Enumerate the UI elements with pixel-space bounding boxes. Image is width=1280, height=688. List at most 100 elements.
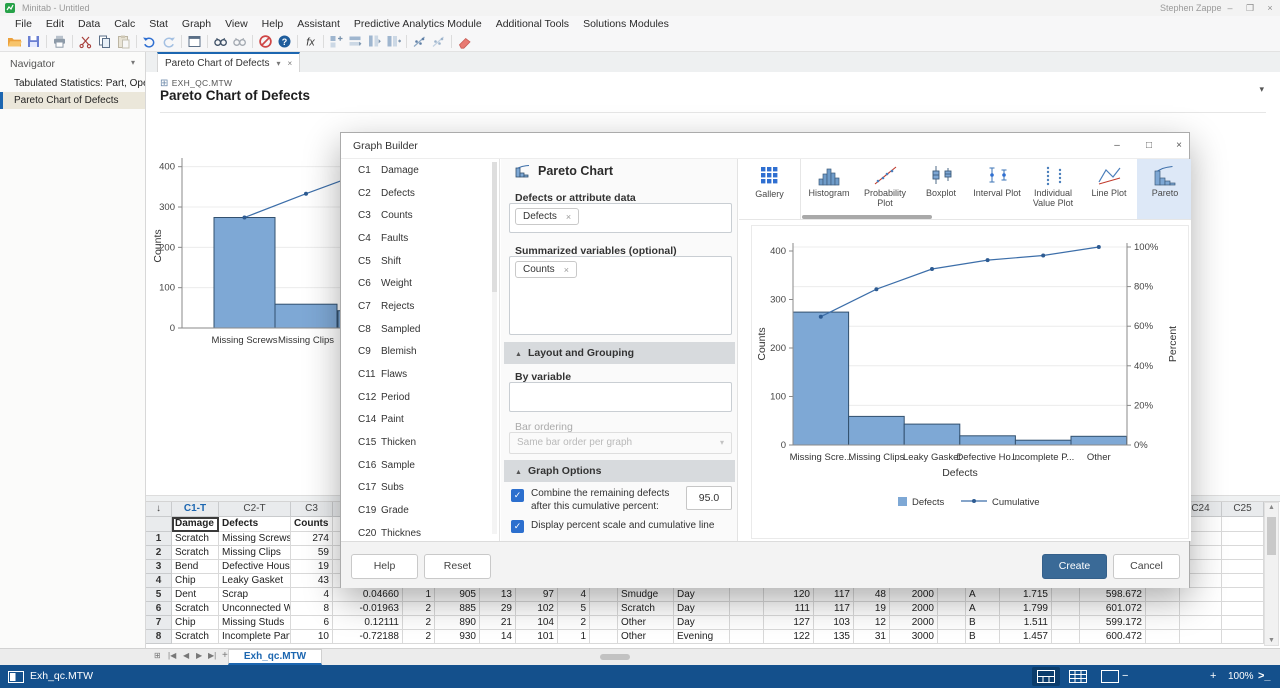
row-header-4[interactable]: 4 [146, 574, 172, 588]
grid-cell[interactable] [590, 630, 618, 644]
grid-cell[interactable]: 6 [291, 616, 333, 630]
edit-graph-icon[interactable] [410, 33, 429, 50]
grid-cell[interactable] [1222, 546, 1264, 560]
column-item-c14[interactable]: C14Paint [341, 409, 499, 432]
grid-cell[interactable]: 97 [516, 588, 558, 602]
row-header-names[interactable] [146, 517, 172, 532]
grid-cell[interactable]: 2 [403, 616, 435, 630]
next-worksheet-icon[interactable]: ▶ [196, 651, 202, 660]
grid-cell[interactable] [590, 602, 618, 616]
defects-chip[interactable]: Defects× [515, 208, 579, 225]
grid-cell[interactable]: 19 [291, 560, 333, 574]
column-item-c9[interactable]: C9Blemish [341, 341, 499, 364]
combine-defects-checkbox[interactable]: ✓ [511, 489, 524, 502]
navigator-collapse-icon[interactable]: ▾ [131, 58, 135, 67]
dialog-maximize-icon[interactable]: □ [1135, 133, 1163, 158]
grid-cell[interactable]: Bend [172, 560, 219, 574]
row-header-6[interactable]: 6 [146, 602, 172, 616]
tab-pareto-chart-of-defects[interactable]: Pareto Chart of Defects ▾ × [157, 52, 300, 72]
grid-cell[interactable]: 8 [291, 602, 333, 616]
grid-cell[interactable]: 122 [764, 630, 814, 644]
grid-cell[interactable]: 5 [558, 602, 590, 616]
grid-cell[interactable]: 48 [854, 588, 890, 602]
dialog-minimize-icon[interactable]: – [1103, 133, 1131, 158]
column-item-c12[interactable]: C12Period [341, 386, 499, 409]
eraser-icon[interactable] [455, 33, 474, 50]
grid-cell[interactable] [1180, 602, 1222, 616]
navigator-item-pareto-chart-of-defects[interactable]: Pareto Chart of Defects [0, 92, 145, 109]
output-options-icon[interactable]: ▾ [1259, 84, 1264, 95]
grid-cell[interactable] [590, 616, 618, 630]
gallery-item-individual-value-plot[interactable]: Individual Value Plot [1025, 159, 1081, 219]
command-line-icon[interactable]: >_ [1258, 670, 1271, 682]
add-worksheet-icon[interactable]: + [222, 650, 228, 661]
row-header-5[interactable]: 5 [146, 588, 172, 602]
grid-cell[interactable] [730, 630, 764, 644]
grid-cell[interactable] [1146, 588, 1180, 602]
counts-chip[interactable]: Counts× [515, 261, 577, 278]
menu-edit[interactable]: Edit [39, 16, 71, 32]
grid-cell[interactable]: B [966, 616, 1000, 630]
paste-icon[interactable] [114, 33, 133, 50]
column-item-c16[interactable]: C16Sample [341, 454, 499, 477]
row-header-7[interactable]: 7 [146, 616, 172, 630]
grid-cell[interactable]: 890 [435, 616, 480, 630]
grid-cell[interactable]: 1.715 [1000, 588, 1052, 602]
tab-menu-icon[interactable]: ▾ [277, 59, 281, 68]
insert-cells-icon[interactable] [327, 33, 346, 50]
scroll-down-icon[interactable]: ▼ [1265, 637, 1278, 644]
grid-cell[interactable]: Chip [172, 574, 219, 588]
grid-cell[interactable]: Chip [172, 616, 219, 630]
grid-cell[interactable]: 2000 [890, 588, 938, 602]
menu-help[interactable]: Help [255, 16, 291, 32]
grid-cell[interactable]: Scrap [219, 588, 291, 602]
by-variable-field[interactable] [509, 382, 732, 412]
column-item-c19[interactable]: C19Grade [341, 499, 499, 522]
grid-cell[interactable]: 4 [291, 588, 333, 602]
column-item-c15[interactable]: C15Thicken [341, 431, 499, 454]
column-item-c20[interactable]: C20Thicknes [341, 522, 499, 541]
scrollbar-thumb[interactable] [1267, 517, 1276, 555]
grid-cell[interactable]: Day [674, 616, 730, 630]
column-item-c4[interactable]: C4Faults [341, 227, 499, 250]
navigator-header[interactable]: Navigator ▾ [0, 52, 145, 75]
grid-cell[interactable]: 601.072 [1080, 602, 1146, 616]
grid-cell[interactable]: Scratch [172, 532, 219, 546]
summarized-variables-field[interactable]: Counts× [509, 256, 732, 335]
grid-cell[interactable]: 117 [814, 588, 854, 602]
gallery-item-interval-plot[interactable]: Interval Plot [969, 159, 1025, 219]
grid-cell[interactable]: 117 [814, 602, 854, 616]
grid-cell[interactable]: Smudge [618, 588, 674, 602]
grid-cell[interactable]: Day [674, 588, 730, 602]
worksheet-list-icon[interactable]: ⊞ [154, 651, 161, 660]
row-header-2[interactable]: 2 [146, 546, 172, 560]
first-worksheet-icon[interactable]: |◀ [168, 651, 176, 660]
insert-rows-icon[interactable] [346, 33, 365, 50]
find-icon[interactable] [211, 33, 230, 50]
previous-worksheet-icon[interactable]: ◀ [183, 651, 189, 660]
grid-cell[interactable] [1222, 588, 1264, 602]
close-window-icon[interactable]: × [1262, 2, 1278, 14]
grid-cell[interactable]: 930 [435, 630, 480, 644]
column-item-c11[interactable]: C11Flaws [341, 363, 499, 386]
grid-cell[interactable] [1222, 602, 1264, 616]
gallery-home[interactable]: Gallery [739, 159, 801, 219]
grid-cell[interactable]: A [966, 588, 1000, 602]
column-item-c3[interactable]: C3Counts [341, 204, 499, 227]
grid-cell[interactable]: 3000 [890, 630, 938, 644]
row-header-3[interactable]: 3 [146, 560, 172, 574]
grid-cell[interactable]: Missing Clips [219, 546, 291, 560]
grid-cell[interactable] [1180, 616, 1222, 630]
remove-counts-chip-icon[interactable]: × [564, 265, 569, 275]
reset-button[interactable]: Reset [424, 554, 491, 579]
grid-cell[interactable]: 111 [764, 602, 814, 616]
print-icon[interactable] [50, 33, 69, 50]
select-all-icon[interactable]: ↓ [146, 502, 172, 517]
gallery-item-pareto[interactable]: Pareto [1137, 159, 1191, 219]
grid-cell[interactable]: Missing Screws [219, 532, 291, 546]
view-worksheet-output-icon[interactable] [1032, 667, 1060, 686]
find-next-icon[interactable] [230, 33, 249, 50]
gallery-item-line-plot[interactable]: Line Plot [1081, 159, 1137, 219]
grid-cell[interactable] [1222, 560, 1264, 574]
grid-cell[interactable]: -0.72188 [333, 630, 403, 644]
